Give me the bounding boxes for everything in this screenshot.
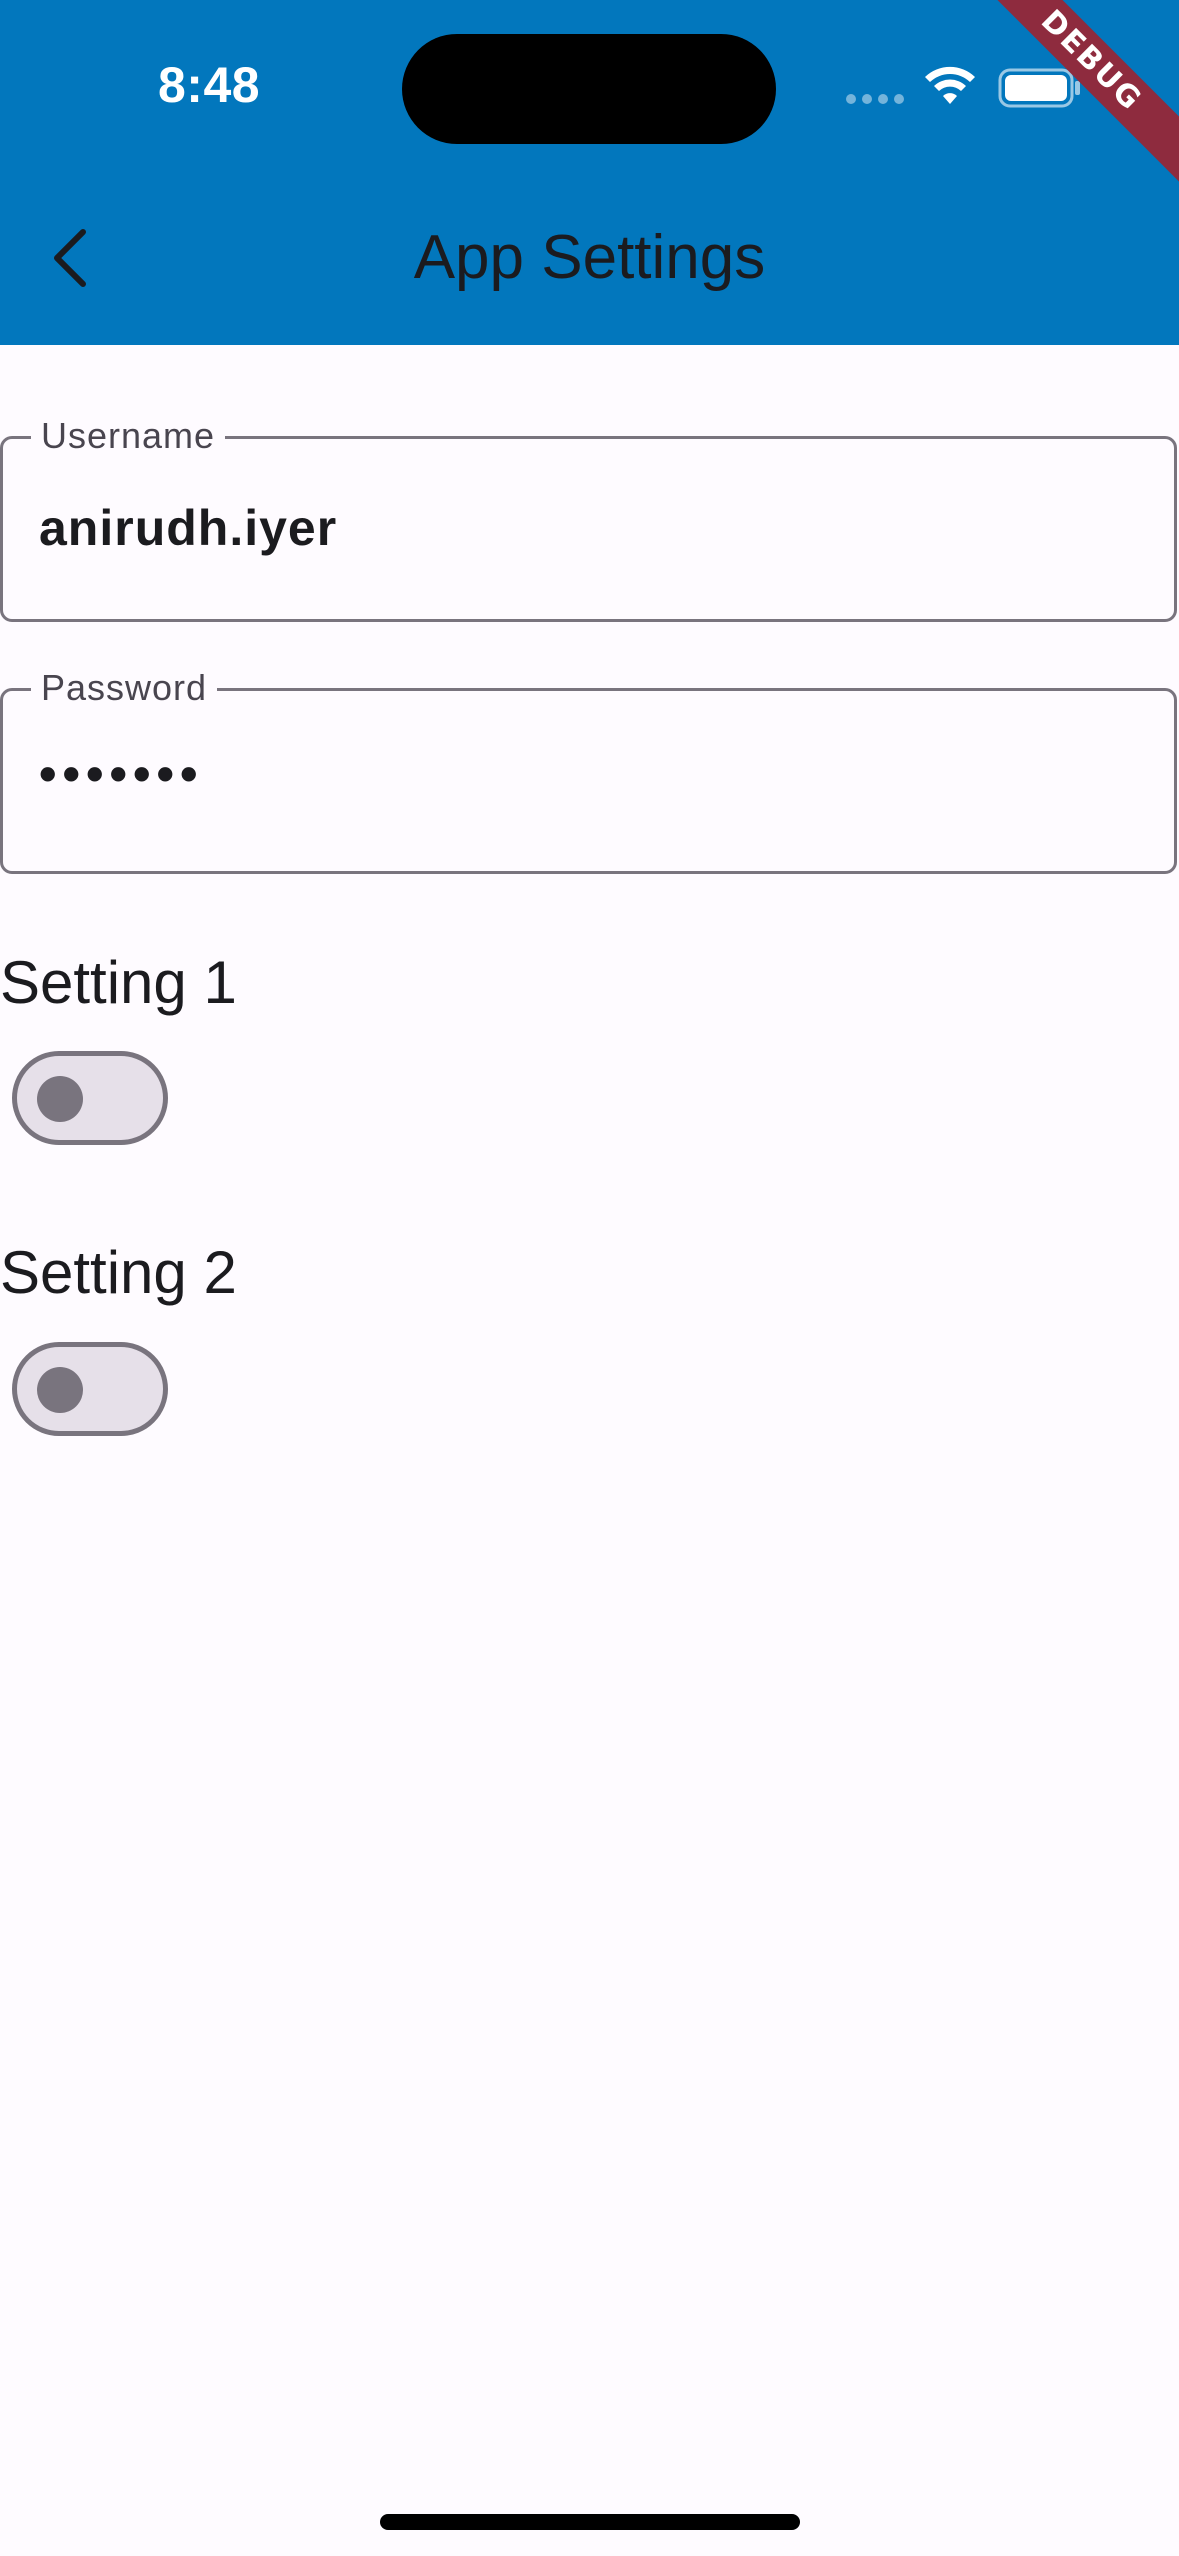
home-indicator[interactable]: [380, 2514, 800, 2530]
battery-icon: [998, 68, 1080, 108]
setting-1-toggle[interactable]: [12, 1051, 168, 1145]
toggle-thumb: [37, 1076, 83, 1122]
wifi-icon: [925, 66, 975, 104]
username-field[interactable]: Username: [0, 415, 1177, 622]
page-title: App Settings: [413, 223, 766, 292]
username-label: Username: [31, 415, 226, 457]
cellular-signal-icon: [846, 94, 904, 104]
password-input[interactable]: •••••••: [39, 745, 204, 803]
password-label: Password: [31, 667, 218, 709]
toggle-thumb: [37, 1367, 83, 1413]
setting-2-label: Setting 2: [0, 1239, 237, 1306]
status-time: 8:48: [158, 57, 261, 113]
password-field[interactable]: Password •••••••: [0, 667, 1177, 874]
app-bar: 8:48 DEBUG App Settings: [0, 0, 1179, 345]
dynamic-island: [402, 34, 776, 144]
setting-1-label: Setting 1: [0, 949, 237, 1016]
setting-2-toggle[interactable]: [12, 1342, 168, 1436]
username-input[interactable]: [39, 499, 1139, 557]
